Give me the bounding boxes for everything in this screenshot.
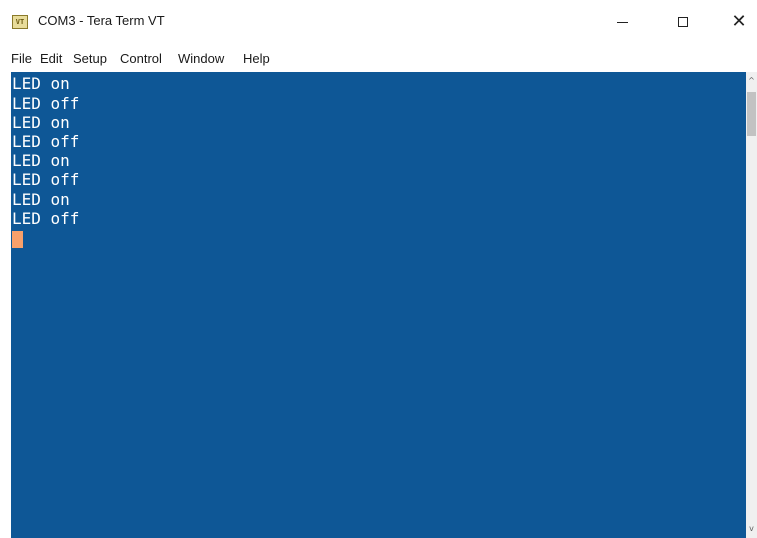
tera-term-icon[interactable]: VT	[12, 15, 28, 29]
terminal-line: LED off	[12, 94, 80, 113]
terminal-line: LED off	[12, 132, 80, 151]
menu-window[interactable]: Window	[178, 51, 224, 66]
minimize-icon	[616, 21, 628, 23]
maximize-button[interactable]	[660, 0, 706, 44]
menu-bar: File Edit Setup Control Window Help	[0, 44, 757, 70]
terminal-line: LED on	[12, 190, 70, 209]
terminal-line: LED on	[12, 151, 70, 170]
menu-edit[interactable]: Edit	[40, 51, 62, 66]
menu-setup[interactable]: Setup	[73, 51, 107, 66]
menu-file[interactable]: File	[11, 51, 32, 66]
terminal-cursor	[12, 231, 23, 248]
scroll-up-arrow-icon[interactable]: ^	[746, 76, 757, 86]
tera-term-window: VT COM3 - Tera Term VT ✕ File Edit Setup…	[0, 0, 757, 538]
minimize-button[interactable]	[599, 0, 645, 44]
terminal-line: LED on	[12, 74, 70, 93]
vertical-scrollbar[interactable]: ^ v	[746, 72, 757, 538]
close-button[interactable]: ✕	[716, 0, 757, 44]
menu-help[interactable]: Help	[243, 51, 270, 66]
terminal-line: LED on	[12, 113, 70, 132]
terminal-line: LED off	[12, 209, 80, 228]
menu-control[interactable]: Control	[120, 51, 162, 66]
scroll-thumb[interactable]	[747, 92, 756, 136]
maximize-icon	[678, 17, 688, 27]
terminal-line: LED off	[12, 170, 80, 189]
title-bar[interactable]: VT COM3 - Tera Term VT ✕	[0, 0, 757, 44]
window-title: COM3 - Tera Term VT	[38, 13, 165, 28]
terminal-output[interactable]: LED on LED off LED on LED off LED on LED…	[11, 72, 746, 538]
scroll-down-arrow-icon[interactable]: v	[746, 524, 757, 534]
close-icon: ✕	[731, 11, 747, 32]
